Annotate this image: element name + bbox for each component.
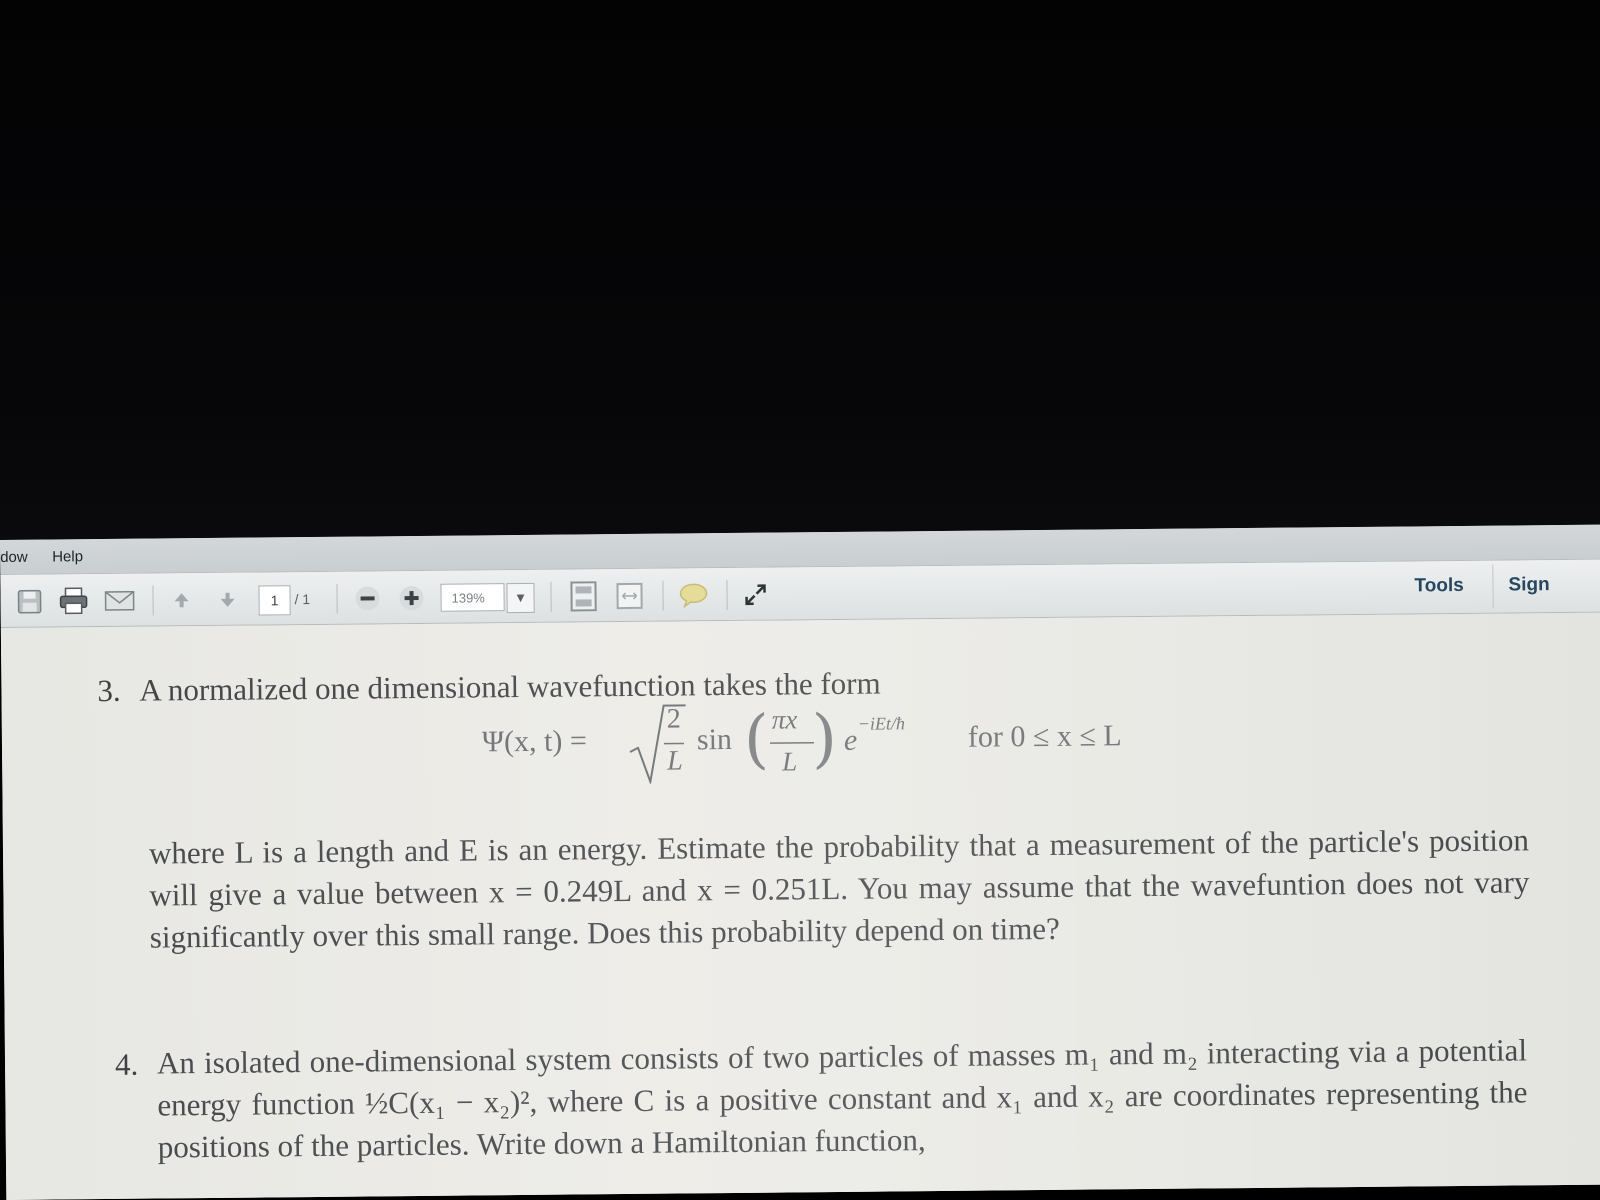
problem-number: 4.: [114, 1046, 139, 1082]
exponential-power: −iEt/ħ: [857, 713, 906, 734]
equation-lhs: Ψ(x, t) =: [481, 724, 587, 759]
fit-width-icon: [616, 582, 643, 610]
page-number-input[interactable]: 1: [258, 585, 291, 616]
previous-page-button[interactable]: [166, 585, 196, 615]
left-paren: (: [743, 702, 770, 777]
zoom-dropdown-button[interactable]: ▼: [506, 582, 535, 614]
fit-page-icon: [570, 581, 597, 612]
domain-condition: for 0 ≤ x ≤ L: [967, 719, 1122, 754]
tools-button[interactable]: Tools: [1414, 575, 1463, 597]
page-total-label: / 1: [294, 591, 311, 608]
envelope-icon: [104, 590, 135, 611]
arrow-down-icon: [220, 592, 235, 607]
next-page-button[interactable]: [212, 585, 242, 615]
pdf-reader-window: dow Help 1 / 1 139% ▼ Tools Sign 3. A no…: [0, 524, 1600, 1200]
sign-button[interactable]: Sign: [1508, 574, 1549, 596]
problem4-body: An isolated one-dimensional system consi…: [156, 1032, 1528, 1165]
sqrt-denominator: L: [667, 745, 683, 777]
fullscreen-button[interactable]: [740, 580, 770, 610]
speech-bubble-icon: [679, 583, 708, 609]
toolbar-separator: [1492, 564, 1494, 609]
right-paren: ): [811, 701, 838, 777]
toolbar-separator: [726, 580, 728, 611]
zoom-in-button[interactable]: [396, 583, 426, 613]
zoom-level-input[interactable]: 139%: [440, 583, 505, 612]
arrow-up-icon: [174, 593, 189, 608]
chevron-down-icon: ▼: [516, 592, 525, 604]
fit-page-button[interactable]: [568, 581, 598, 612]
exponential-base: e: [843, 723, 858, 757]
sin-function: sin: [696, 722, 733, 757]
fraction-numerator: πx: [771, 704, 798, 735]
zoom-out-button[interactable]: [352, 583, 382, 613]
save-button[interactable]: [14, 587, 44, 617]
email-button[interactable]: [104, 586, 135, 616]
plus-icon: [399, 586, 424, 611]
toolbar-separator: [336, 583, 338, 614]
fit-width-button[interactable]: [614, 581, 644, 611]
comment-button[interactable]: [678, 580, 708, 610]
document-page: 3. A normalized one dimensional wavefunc…: [0, 612, 1600, 1200]
toolbar-separator: [152, 585, 154, 616]
monitor-bezel: [0, 0, 1600, 556]
minus-icon: [355, 586, 380, 611]
problem-intro-text: A normalized one dimensional wavefunctio…: [139, 665, 881, 708]
expand-icon: [745, 584, 766, 606]
sqrt-numerator: 2: [666, 703, 681, 735]
menu-item-window[interactable]: dow: [0, 549, 28, 566]
wavefunction-equation: Ψ(x, t) = 2 L sin ( πx L ) e −iEt/ħ for …: [482, 702, 1122, 795]
menu-item-help[interactable]: Help: [52, 548, 83, 565]
printer-icon: [59, 587, 88, 615]
toolbar-separator: [550, 581, 552, 612]
fraction-bar: [769, 741, 814, 744]
print-button[interactable]: [58, 586, 88, 616]
save-icon: [17, 589, 42, 614]
fraction-denominator: L: [782, 746, 798, 777]
problem3-body: where L is a length and E is an energy. …: [148, 822, 1530, 955]
problem-number: 3.: [97, 672, 121, 709]
toolbar-separator: [662, 580, 664, 611]
